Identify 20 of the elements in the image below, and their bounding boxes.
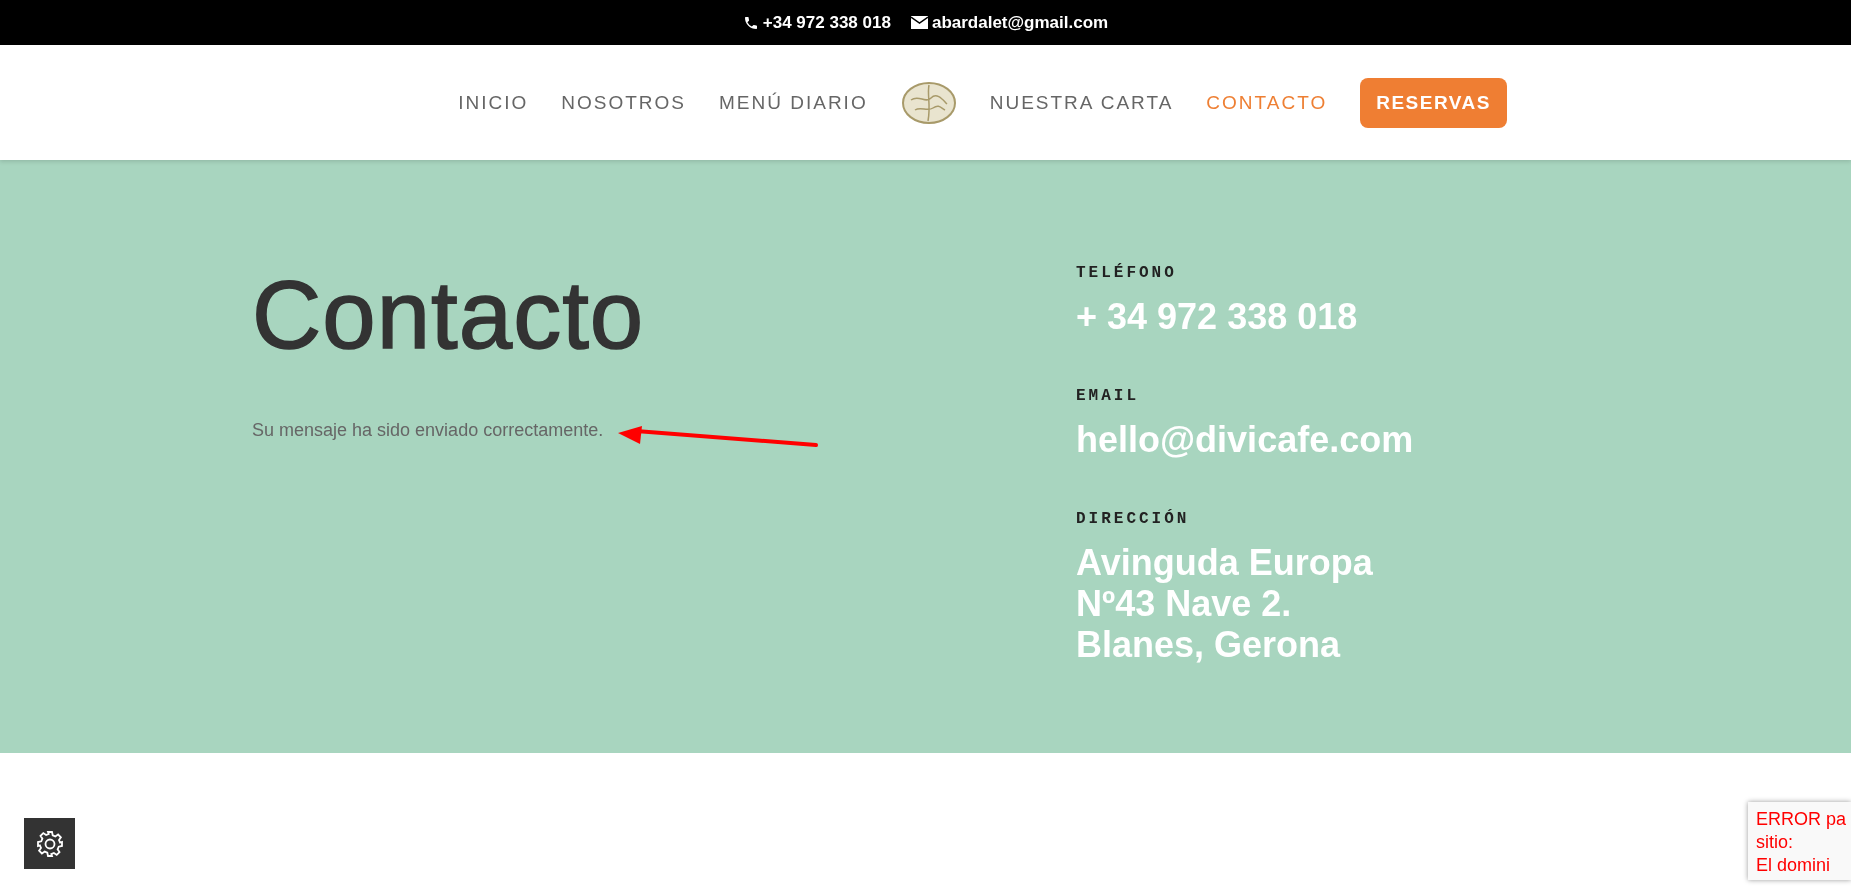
contact-label: DIRECCIÓN [1076,510,1191,528]
success-message: Su mensaje ha sido enviado correctamente. [252,420,604,441]
phone-number[interactable]: +34 972 338 018 [762,12,891,33]
contact-label: EMAIL [1076,387,1140,405]
settings-button[interactable] [24,818,75,869]
nav-link[interactable]: NUESTRA CARTA [989,91,1174,114]
contact-value: Avinguda Europa Nº43 Nave 2. Blanes, Gerona [1076,542,1374,665]
nav-link[interactable]: INICIO [458,91,529,114]
nav-link[interactable]: NOSOTROS [561,91,686,114]
nav-link[interactable]: MENÚ DIARIO [719,91,868,114]
phone-icon [742,14,759,31]
contact-value: hello@divicafe.com [1076,419,1414,460]
settings-icon [34,828,65,859]
envelope-icon [910,16,928,29]
page-title: Contacto [252,260,646,370]
error-message: ERROR pa sitio: El domini [1748,802,1851,880]
email-address[interactable]: abardalet@gmail.com [931,12,1109,33]
walnut-logo-icon[interactable] [900,79,957,126]
contact-label: TELÉFONO [1076,264,1178,282]
contact-value: + 34 972 338 018 [1076,296,1359,337]
